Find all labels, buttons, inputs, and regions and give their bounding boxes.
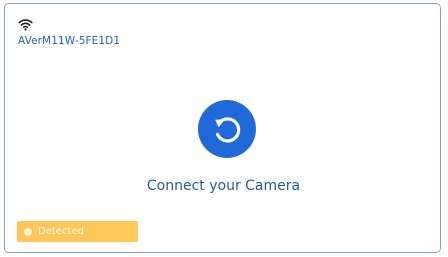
status-badge: Detected xyxy=(17,221,138,242)
refresh-icon xyxy=(208,110,246,148)
wifi-icon xyxy=(18,16,33,31)
status-label: Detected xyxy=(38,226,84,237)
camera-card: AVerM11W-5FE1D1 Connect your Camera Dete… xyxy=(4,3,441,253)
connect-camera-button[interactable] xyxy=(198,100,256,158)
connect-camera-label[interactable]: Connect your Camera xyxy=(5,178,442,194)
device-name: AVerM11W-5FE1D1 xyxy=(18,35,121,47)
status-dot xyxy=(24,227,32,236)
